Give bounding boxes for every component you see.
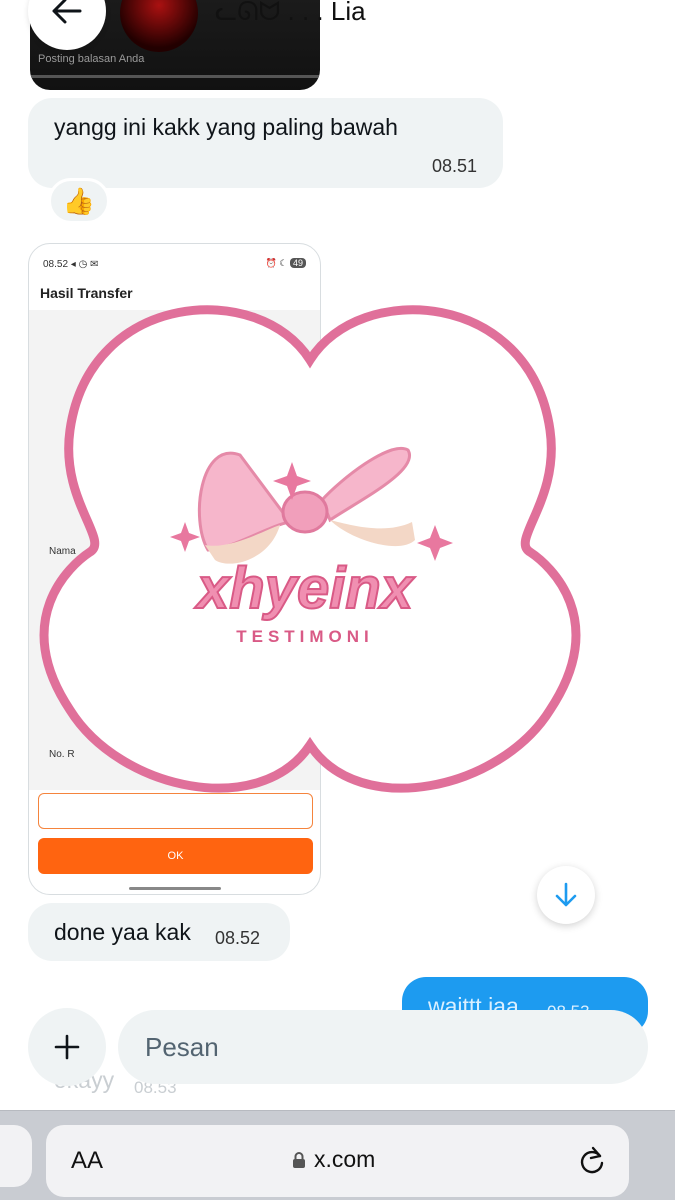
arrow-down-icon xyxy=(555,882,577,907)
thumbs-up-reaction[interactable]: 👍 xyxy=(48,178,110,224)
address-bar[interactable]: AA x.com xyxy=(46,1125,629,1197)
watermark-tagline: TESTIMONI xyxy=(236,627,374,646)
quatrefoil-frame xyxy=(39,305,581,793)
message-text: done yaa kak xyxy=(54,919,191,945)
lock-icon xyxy=(293,1151,305,1168)
message-input[interactable] xyxy=(118,1010,648,1084)
scroll-down-button[interactable] xyxy=(537,866,595,924)
screenshot-home-bar xyxy=(129,887,221,890)
arrow-left-icon xyxy=(52,0,82,24)
battery-icon: 49 xyxy=(289,258,306,268)
quoted-subtitle: Posting balasan Anda xyxy=(38,53,145,65)
reader-settings-button[interactable]: AA xyxy=(71,1147,103,1175)
incoming-message[interactable]: yangg ini kakk yang paling bawah 08.51 xyxy=(28,98,503,188)
message-time: 08.51 xyxy=(431,156,477,176)
phone-status-icons: ⏰ ☾ 49 xyxy=(266,258,306,269)
message-text: yangg ini kakk yang paling bawah xyxy=(54,114,398,140)
watermark-brand: xhyeinx xyxy=(194,556,416,621)
plus-icon xyxy=(54,1034,80,1060)
reload-icon xyxy=(580,1146,604,1174)
contact-name[interactable]: ᓚᘏᗢ . . . Lia xyxy=(215,0,366,28)
message-time: 08.52 xyxy=(215,928,261,948)
previous-tab[interactable] xyxy=(0,1125,32,1187)
incoming-message[interactable]: done yaa kak 08.52 xyxy=(28,903,290,961)
url-display[interactable]: x.com xyxy=(292,1146,375,1173)
screenshot-ok-button: OK xyxy=(38,838,313,874)
watermark-logo: xhyeinx TESTIMONI xyxy=(39,305,581,793)
url-text: x.com xyxy=(314,1146,376,1172)
phone-status-time: 08.52 ◂ ◷ ✉ xyxy=(43,259,99,270)
header-avatar xyxy=(120,0,198,52)
quoted-divider xyxy=(30,75,320,78)
browser-toolbar: AA x.com xyxy=(0,1110,675,1200)
reload-button[interactable] xyxy=(577,1143,607,1177)
add-media-button[interactable] xyxy=(28,1008,106,1086)
